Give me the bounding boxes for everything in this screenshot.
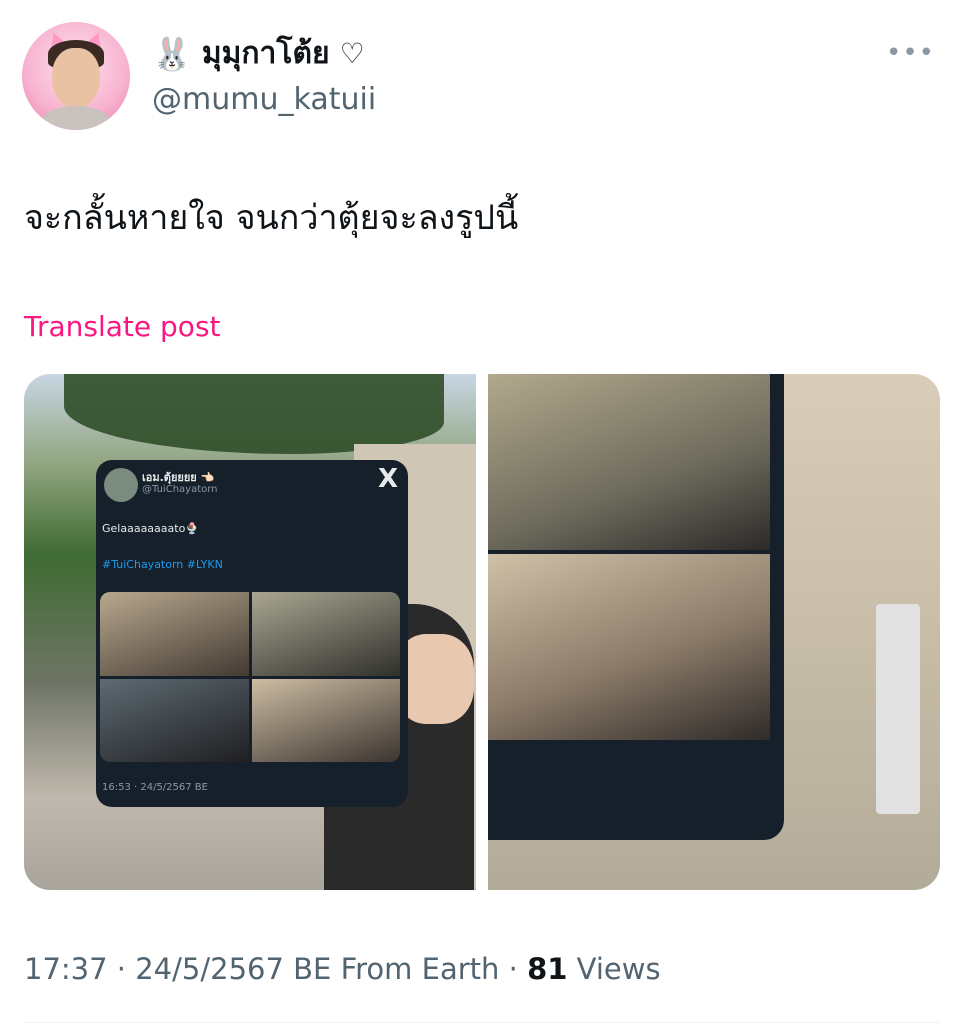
avatar-shirt	[42, 106, 110, 130]
embedded-handle: @TuiChayatorn	[142, 484, 218, 495]
zoomed-icecream-photo	[488, 554, 770, 740]
avatar-face	[52, 48, 100, 108]
post-time-date: 17:37 · 24/5/2567 BE From Earth ·	[24, 952, 528, 986]
views-count: 81	[527, 952, 568, 986]
embedded-photo	[100, 592, 249, 676]
embedded-photo	[100, 678, 249, 762]
zoomed-embedded-card	[488, 374, 784, 840]
bunny-icon: 🐰	[152, 35, 192, 73]
views-label: Views	[567, 952, 661, 986]
author-name-row[interactable]: 🐰 มุมุกาโต้ย ♡	[152, 34, 365, 74]
post-text: จะกลั้นหายใจ จนกว่าตุ้ยจะลงรูปนี้	[24, 198, 519, 238]
translate-post-link[interactable]: Translate post	[24, 310, 221, 343]
embedded-avatar	[104, 468, 138, 502]
zoomed-mirror-photo	[488, 374, 770, 550]
post-meta: 17:37 · 24/5/2567 BE From Earth · 81 Vie…	[24, 952, 661, 986]
divider	[24, 1022, 940, 1023]
post-media[interactable]: เอม.ตุ้ยยยย 👈🏻 @TuiChayatorn X Gelaaaaaa…	[24, 374, 940, 890]
author-avatar[interactable]	[22, 22, 130, 130]
embedded-photo	[251, 592, 400, 676]
media-image-left[interactable]: เอม.ตุ้ยยยย 👈🏻 @TuiChayatorn X Gelaaaaaa…	[24, 374, 476, 890]
author-display-name[interactable]: มุมุกาโต้ย	[202, 34, 330, 74]
media-image-right[interactable]	[488, 374, 940, 890]
x-logo-icon: X	[377, 464, 398, 494]
embedded-timestamp: 16:53 · 24/5/2567 BE	[102, 782, 208, 793]
heart-icon: ♡	[339, 37, 365, 70]
embedded-photo	[251, 678, 400, 762]
embedded-post-text: Gelaaaaaaaato🍨	[102, 522, 200, 535]
tree-foliage	[64, 374, 444, 454]
author-handle[interactable]: @mumu_katuii	[152, 82, 376, 117]
embedded-photo-grid	[100, 592, 400, 762]
embedded-hashtags: #TuiChayatorn #LYKN	[102, 558, 223, 571]
more-options-icon[interactable]: •••	[886, 38, 935, 68]
wall-mailbox	[876, 604, 920, 814]
embedded-post-card: เอม.ตุ้ยยยย 👈🏻 @TuiChayatorn X Gelaaaaaa…	[96, 460, 408, 807]
